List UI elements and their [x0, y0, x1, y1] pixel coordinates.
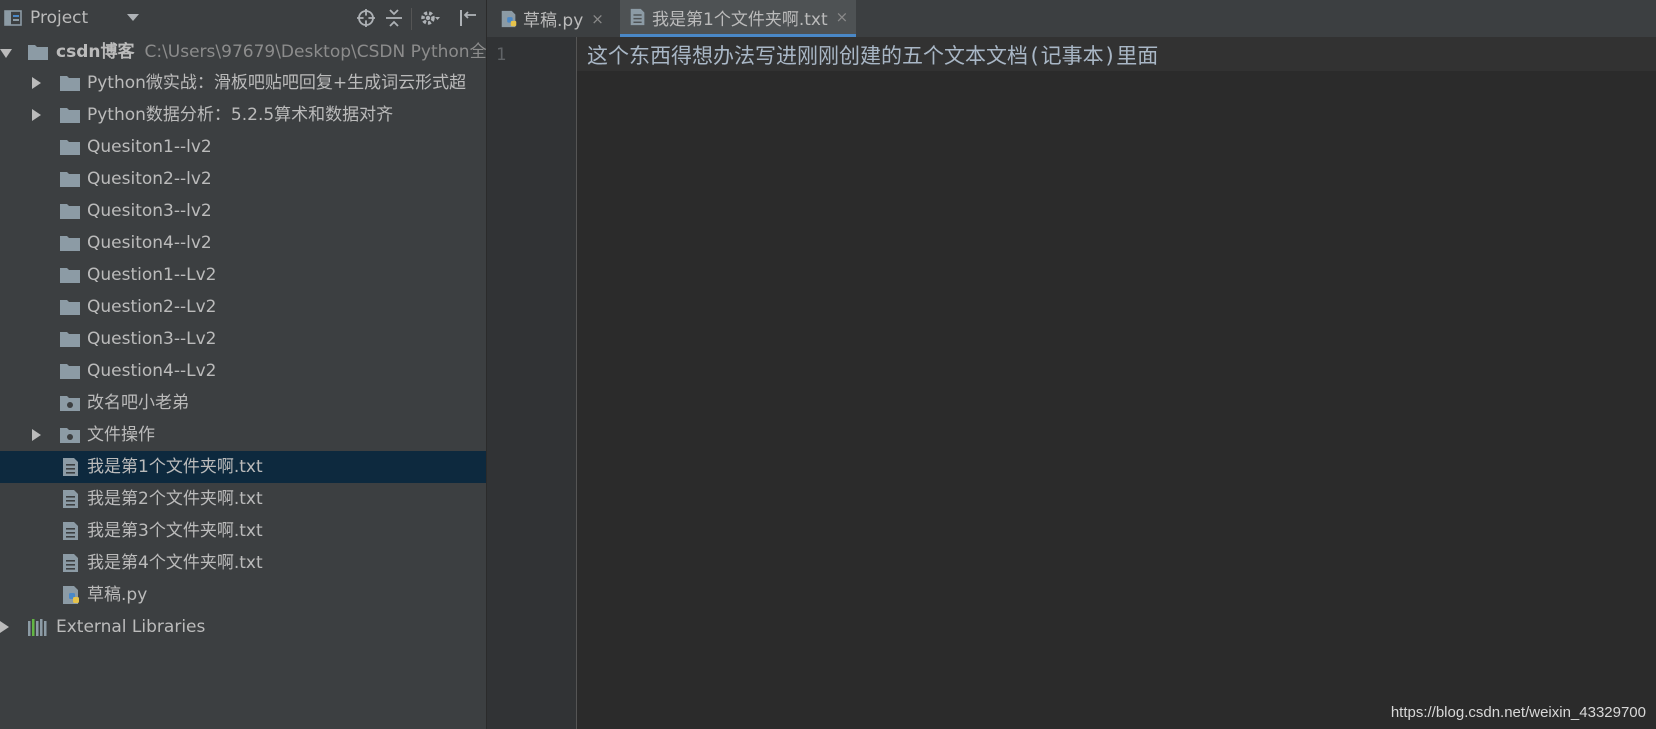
tree-folder-question1[interactable]: Question1--Lv2 — [0, 259, 486, 291]
tree-item-label: 我是第4个文件夹啊.txt — [87, 553, 263, 573]
tab-label: 草稿.py — [523, 11, 584, 31]
close-icon[interactable]: × — [591, 10, 604, 28]
tree-file-txt-4[interactable]: 我是第4个文件夹啊.txt — [0, 547, 486, 579]
tree-item-label: External Libraries — [56, 617, 206, 637]
folder-icon — [60, 76, 80, 91]
crosshair-icon[interactable] — [354, 6, 378, 30]
tab-txt-1[interactable]: 我是第1个文件夹啊.txt × — [620, 0, 856, 37]
collapse-all-icon[interactable] — [382, 6, 406, 30]
folder-icon — [60, 172, 80, 187]
tree-folder-python-data-analysis[interactable]: Python数据分析：5.2.5算术和数据对齐 — [0, 99, 486, 131]
watermark: https://blog.csdn.net/weixin_43329700 — [1390, 704, 1646, 721]
text-file-icon — [63, 490, 78, 508]
project-view-title[interactable]: Project — [30, 8, 88, 28]
tree-file-txt-3[interactable]: 我是第3个文件夹啊.txt — [0, 515, 486, 547]
tree-folder-question4[interactable]: Question4--Lv2 — [0, 355, 486, 387]
folder-icon — [60, 108, 80, 123]
tab-draft-py[interactable]: 草稿.py × — [491, 0, 613, 37]
text-file-icon — [63, 458, 78, 476]
tree-external-libraries[interactable]: External Libraries — [0, 611, 486, 643]
python-file-icon — [63, 586, 79, 604]
tree-item-label: 改名吧小老弟 — [87, 393, 189, 413]
folder-icon — [60, 364, 80, 379]
tree-folder-file-ops[interactable]: 文件操作 — [0, 419, 486, 451]
project-view-icon — [4, 10, 22, 26]
folder-icon — [60, 332, 80, 347]
chevron-right-icon[interactable] — [32, 77, 41, 89]
tab-label: 我是第1个文件夹啊.txt — [652, 9, 828, 30]
tree-folder-question2[interactable]: Question2--Lv2 — [0, 291, 486, 323]
tree-item-label: 我是第1个文件夹啊.txt — [87, 457, 263, 477]
root-project-path: C:\Users\97679\Desktop\CSDN Python全 — [144, 42, 487, 62]
folder-icon — [60, 236, 80, 251]
chevron-down-icon[interactable] — [0, 49, 12, 58]
tree-item-label: Quesiton2--lv2 — [87, 169, 212, 189]
tree-item-label: Quesiton1--lv2 — [87, 137, 212, 157]
chevron-right-icon[interactable] — [0, 621, 9, 633]
tree-item-label: Python数据分析：5.2.5算术和数据对齐 — [87, 105, 394, 125]
library-icon — [28, 619, 47, 636]
folder-icon — [60, 300, 80, 315]
folder-icon — [28, 45, 48, 60]
editor-text-line[interactable]: 这个东西得想办法写进刚刚创建的五个文本文档(记事本)里面 — [587, 40, 1158, 70]
chevron-down-icon[interactable] — [127, 14, 139, 21]
tree-item-label: Quesiton4--lv2 — [87, 233, 212, 253]
tree-folder-quesiton4[interactable]: Quesiton4--lv2 — [0, 227, 486, 259]
tree-file-txt-2[interactable]: 我是第2个文件夹啊.txt — [0, 483, 486, 515]
project-panel-header: Project — [0, 0, 486, 37]
package-folder-icon — [60, 396, 80, 411]
text-file-icon — [630, 8, 645, 26]
chevron-right-icon[interactable] — [32, 429, 41, 441]
tree-item-label: 我是第2个文件夹啊.txt — [87, 489, 263, 509]
tree-file-py[interactable]: 草稿.py — [0, 579, 486, 611]
editor-tab-bar: 草稿.py × 我是第1个文件夹啊.txt × — [487, 0, 1656, 38]
tree-folder-question3[interactable]: Question3--Lv2 — [0, 323, 486, 355]
tree-folder-quesiton3[interactable]: Quesiton3--lv2 — [0, 195, 486, 227]
tree-item-label: Question4--Lv2 — [87, 361, 217, 381]
folder-icon — [60, 204, 80, 219]
tree-item-label: Quesiton3--lv2 — [87, 201, 212, 221]
editor-area: 草稿.py × 我是第1个文件夹啊.txt × 1 这个东西得想办法写进刚刚创建… — [487, 0, 1656, 729]
project-panel: Project csdn博客 C:\Users\97679\Desktop\CS… — [0, 0, 487, 729]
hide-panel-icon[interactable] — [456, 6, 480, 30]
package-folder-icon — [60, 428, 80, 443]
python-file-icon — [501, 10, 517, 27]
tree-folder-gaimingba[interactable]: 改名吧小老弟 — [0, 387, 486, 419]
text-file-icon — [63, 554, 78, 572]
tree-item-label: 我是第3个文件夹啊.txt — [87, 521, 263, 541]
tree-item-label: Question1--Lv2 — [87, 265, 217, 285]
tree-item-label: Question2--Lv2 — [87, 297, 217, 317]
folder-icon — [60, 268, 80, 283]
tree-file-txt-1[interactable]: 我是第1个文件夹啊.txt — [0, 451, 486, 483]
tree-item-label: Question3--Lv2 — [87, 329, 217, 349]
tree-root-csdn[interactable]: csdn博客 C:\Users\97679\Desktop\CSDN Python… — [0, 36, 487, 68]
tree-folder-quesiton2[interactable]: Quesiton2--lv2 — [0, 163, 486, 195]
root-project-name: csdn博客 — [56, 42, 135, 62]
line-number-gutter: 1 — [487, 37, 577, 729]
chevron-right-icon[interactable] — [32, 109, 41, 121]
tree-item-label: 草稿.py — [87, 585, 148, 605]
gear-icon[interactable] — [418, 6, 442, 30]
tree-folder-python-weishizhan[interactable]: Python微实战：滑板吧贴吧回复+生成词云形式超 — [0, 67, 486, 99]
tree-item-label: Python微实战：滑板吧贴吧回复+生成词云形式超 — [87, 73, 467, 93]
line-number: 1 — [496, 45, 507, 65]
folder-icon — [60, 140, 80, 155]
toolbar-divider — [411, 8, 412, 30]
close-icon[interactable]: × — [836, 8, 849, 26]
tree-folder-quesiton1[interactable]: Quesiton1--lv2 — [0, 131, 486, 163]
tree-item-label: 文件操作 — [87, 425, 155, 445]
text-file-icon — [63, 522, 78, 540]
